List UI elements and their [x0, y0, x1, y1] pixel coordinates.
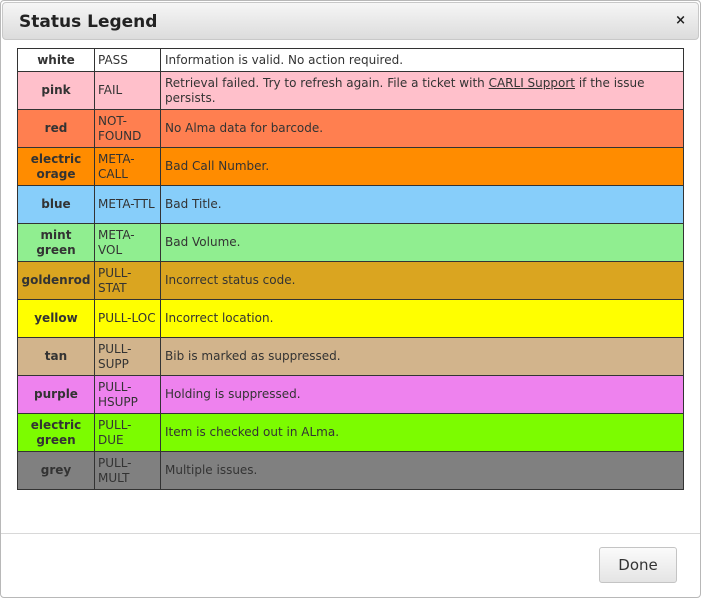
legend-row-white: white PASS Information is valid. No acti… [17, 48, 684, 72]
status-description: Incorrect location. [160, 299, 684, 338]
status-code: PULL-STAT [94, 261, 161, 300]
status-code: META-CALL [94, 147, 161, 186]
status-code: META-TTL [94, 185, 161, 224]
status-description: Retrieval failed. Try to refresh again. … [160, 71, 684, 110]
status-code: PULL-SUPP [94, 337, 161, 376]
legend-row-grey: grey PULL-MULT Multiple issues. [17, 451, 684, 490]
description-text: Retrieval failed. Try to refresh again. … [165, 75, 489, 90]
footer-divider [1, 533, 700, 534]
legend-row-tan: tan PULL-SUPP Bib is marked as suppresse… [17, 337, 684, 376]
color-name: pink [17, 71, 95, 110]
legend-row-yellow: yellow PULL-LOC Incorrect location. [17, 299, 684, 338]
color-name: purple [17, 375, 95, 414]
status-legend-dialog: Status Legend × white PASS Information i… [0, 0, 701, 598]
status-description: No Alma data for barcode. [160, 109, 684, 148]
legend-row-red: red NOT-FOUND No Alma data for barcode. [17, 109, 684, 148]
color-name: goldenrod [17, 261, 95, 300]
color-name: electric green [17, 413, 95, 452]
status-description: Bad Title. [160, 185, 684, 224]
close-icon[interactable]: × [675, 13, 686, 28]
status-legend-table: white PASS Information is valid. No acti… [17, 48, 684, 490]
legend-row-pink: pink FAIL Retrieval failed. Try to refre… [17, 71, 684, 110]
color-name: mint green [17, 223, 95, 262]
dialog-titlebar: Status Legend × [2, 2, 699, 40]
legend-row-mint-green: mint green META-VOL Bad Volume. [17, 223, 684, 262]
status-code: PULL-HSUPP [94, 375, 161, 414]
status-code: NOT-FOUND [94, 109, 161, 148]
status-code: PULL-DUE [94, 413, 161, 452]
color-name: red [17, 109, 95, 148]
legend-row-electric-green: electric green PULL-DUE Item is checked … [17, 413, 684, 452]
status-description: Multiple issues. [160, 451, 684, 490]
status-code: FAIL [94, 71, 161, 110]
status-description: Information is valid. No action required… [160, 48, 684, 72]
status-description: Bib is marked as suppressed. [160, 337, 684, 376]
status-description: Bad Call Number. [160, 147, 684, 186]
color-name: blue [17, 185, 95, 224]
status-description: Bad Volume. [160, 223, 684, 262]
legend-row-blue: blue META-TTL Bad Title. [17, 185, 684, 224]
color-name: yellow [17, 299, 95, 338]
carli-support-link[interactable]: CARLI Support [489, 76, 575, 90]
status-code: PASS [94, 48, 161, 72]
status-code: PULL-LOC [94, 299, 161, 338]
dialog-title: Status Legend [19, 12, 158, 32]
color-name: tan [17, 337, 95, 376]
status-description: Incorrect status code. [160, 261, 684, 300]
legend-row-purple: purple PULL-HSUPP Holding is suppressed. [17, 375, 684, 414]
color-name: white [17, 48, 95, 72]
status-description: Holding is suppressed. [160, 375, 684, 414]
color-name: grey [17, 451, 95, 490]
legend-row-electric-orange: electric orage META-CALL Bad Call Number… [17, 147, 684, 186]
legend-row-goldenrod: goldenrod PULL-STAT Incorrect status cod… [17, 261, 684, 300]
status-code: META-VOL [94, 223, 161, 262]
status-description: Item is checked out in ALma. [160, 413, 684, 452]
done-button[interactable]: Done [599, 547, 677, 583]
status-code: PULL-MULT [94, 451, 161, 490]
color-name: electric orage [17, 147, 95, 186]
